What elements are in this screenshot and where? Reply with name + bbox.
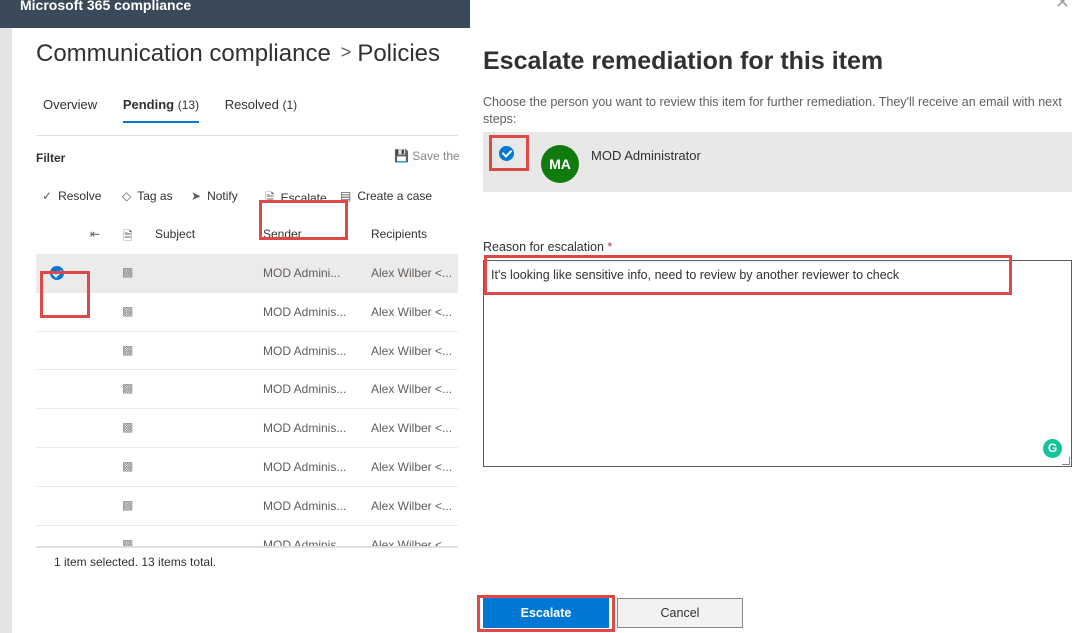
- tab-overview[interactable]: Overview: [43, 97, 97, 112]
- teams-icon: ▩: [122, 342, 134, 357]
- table-row[interactable]: ▩ MOD Adminis... Alex Wilber <...: [36, 487, 458, 526]
- table-row[interactable]: ▩ MOD Admini... Alex Wilber <...: [36, 254, 458, 293]
- reason-label: Reason for escalation *: [483, 240, 612, 254]
- tab-divider: [36, 135, 458, 136]
- person-option[interactable]: MA MOD Administrator: [483, 132, 1072, 192]
- tab-overview-label: Overview: [43, 97, 98, 112]
- highlight-box-escalate-button: [477, 595, 615, 632]
- tab-pending-count: (13): [177, 98, 200, 112]
- selection-summary: 1 item selected. 13 items total.: [54, 555, 217, 569]
- teams-icon: ▩: [122, 420, 134, 435]
- resize-handle[interactable]: [1062, 457, 1070, 465]
- required-marker: *: [607, 240, 613, 254]
- table-row[interactable]: ▩ MOD Adminis... Alex Wilber <...: [36, 370, 458, 410]
- row-recipients: Alex Wilber <...: [371, 498, 453, 513]
- row-sender: MOD Adminis...: [263, 343, 347, 358]
- screen: Microsoft 365 compliance Communication c…: [0, 0, 1087, 633]
- tag-as-label: Tag as: [137, 189, 173, 203]
- panel-description: Choose the person you want to review thi…: [483, 95, 1062, 126]
- checkmark-icon: ✓: [42, 189, 53, 203]
- row-sender: MOD Adminis...: [263, 421, 347, 436]
- row-sender: MOD Admini...: [263, 266, 341, 280]
- table-row[interactable]: ▩ MOD Adminis... Alex Wilber <...: [36, 293, 458, 332]
- table-row[interactable]: ▩ MOD Adminis... Alex Wilber <...: [36, 448, 458, 487]
- app-header: Microsoft 365 compliance: [0, 0, 470, 28]
- tab-list: Overview Pending (13) Resolved (1): [43, 97, 319, 123]
- send-icon: ➤: [191, 189, 202, 203]
- notify-button[interactable]: ➤ Notify: [191, 189, 238, 203]
- tag-as-button[interactable]: ◇ Tag as: [122, 189, 173, 203]
- tag-icon: ◇: [122, 189, 132, 203]
- breadcrumb: Communication compliance > Policies: [36, 40, 440, 68]
- grammarly-icon[interactable]: G: [1043, 439, 1062, 458]
- row-recipients: Alex Wilber <...: [371, 343, 453, 358]
- teams-icon: ▩: [122, 303, 134, 318]
- details-pane-icon[interactable]: ⇤: [90, 227, 100, 241]
- teams-icon: ▩: [122, 536, 134, 546]
- chevron-right-icon: >: [340, 42, 352, 62]
- tab-resolved-count: (1): [282, 98, 298, 112]
- table-row[interactable]: ▩ MOD Adminis... Alex Wilber <...: [36, 409, 458, 448]
- teams-icon: ▩: [122, 497, 134, 512]
- highlight-box-row-checkbox: [40, 271, 90, 318]
- notify-label: Notify: [207, 189, 238, 203]
- teams-icon: ▩: [122, 458, 134, 473]
- left-nav-rail: [0, 28, 12, 633]
- person-name: MOD Administrator: [591, 148, 701, 163]
- table-row[interactable]: ▩ MOD Adminis... Alex Wilber <...: [36, 332, 458, 371]
- row-recipients: Alex Wilber <...: [371, 266, 453, 280]
- reason-label-text: Reason for escalation: [483, 240, 604, 254]
- tab-resolved[interactable]: Resolved (1): [225, 97, 298, 112]
- tab-resolved-label: Resolved: [224, 97, 279, 112]
- highlight-box-person-checkbox: [489, 135, 529, 171]
- breadcrumb-current: Policies: [357, 40, 441, 67]
- close-icon[interactable]: ✕: [1055, 0, 1070, 13]
- file-type-icon: 🗎: [123, 229, 133, 243]
- row-recipients: Alex Wilber <...: [371, 421, 453, 436]
- row-sender: MOD Adminis...: [263, 459, 347, 474]
- table-row[interactable]: ▩ MOD Adminis... Alex Wilber <...: [36, 526, 458, 546]
- grid-bottom-border: [36, 546, 458, 548]
- column-recipients[interactable]: Recipients: [371, 227, 427, 241]
- filter-label: Filter: [36, 151, 66, 165]
- resolve-button[interactable]: ✓ Resolve: [42, 189, 101, 203]
- panel-title: Escalate remediation for this item: [483, 47, 884, 75]
- app-title: Microsoft 365 compliance: [20, 0, 192, 13]
- create-case-button[interactable]: ▤ Create a case: [340, 189, 432, 203]
- highlight-box-escalate-command: [259, 200, 348, 240]
- teams-icon: ▩: [122, 381, 134, 396]
- breadcrumb-parent[interactable]: Communication compliance: [36, 40, 331, 67]
- save-filter-label: Save the: [412, 149, 460, 163]
- save-filter-button[interactable]: 💾 Save the: [394, 149, 460, 163]
- save-icon: 💾: [394, 149, 409, 163]
- column-subject[interactable]: Subject: [155, 227, 195, 241]
- row-recipients: Alex Wilber <...: [371, 459, 453, 474]
- row-sender: MOD Adminis...: [263, 382, 347, 397]
- row-recipients: Alex Wilber <...: [371, 382, 453, 397]
- row-recipients: Alex Wilber <...: [371, 304, 453, 319]
- tab-pending-label: Pending: [122, 97, 175, 112]
- tab-pending[interactable]: Pending (13): [122, 97, 200, 123]
- grid-rows: ▩ MOD Admini... Alex Wilber <... ▩ MOD A…: [36, 254, 458, 546]
- cancel-button[interactable]: Cancel: [617, 598, 743, 628]
- resolve-label: Resolve: [58, 189, 102, 203]
- row-sender: MOD Adminis...: [263, 537, 347, 546]
- avatar: MA: [541, 145, 579, 183]
- highlight-box-reason: [484, 255, 1012, 295]
- row-recipients: Alex Wilber <...: [371, 537, 453, 546]
- create-case-label: Create a case: [357, 189, 433, 203]
- row-sender: MOD Adminis...: [263, 304, 347, 319]
- row-sender: MOD Adminis...: [263, 498, 347, 513]
- teams-icon: ▩: [122, 265, 134, 279]
